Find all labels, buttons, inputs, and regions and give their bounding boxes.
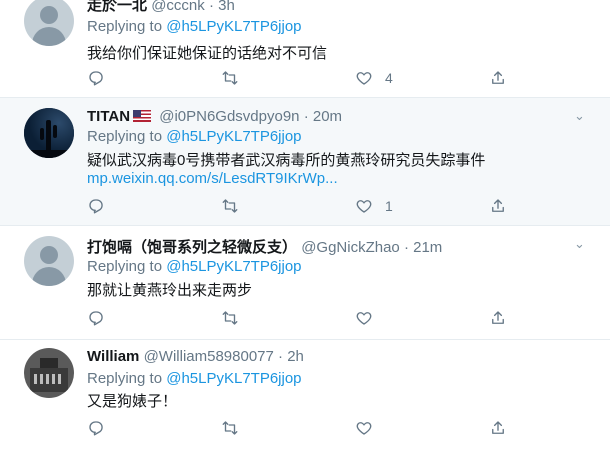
display-name[interactable]: 走於一北 <box>87 0 147 14</box>
like-button[interactable]: 4 <box>355 68 393 88</box>
share-icon <box>492 71 504 84</box>
tweet-2[interactable]: 打饱嗝（饱哥系列之轻微反支） @GgNickZhao · 21m Replyin… <box>0 226 610 340</box>
share-icon <box>492 199 504 212</box>
display-name[interactable]: William <box>87 348 139 365</box>
share-button[interactable] <box>489 68 507 88</box>
mention-link[interactable]: @h5LPyKL7TP6jjop <box>166 18 301 35</box>
avatar[interactable] <box>24 0 74 46</box>
retweet-icon <box>222 421 238 435</box>
reply-button[interactable] <box>87 196 105 216</box>
like-icon <box>356 312 372 325</box>
like-count: 4 <box>385 70 393 86</box>
like-count: 1 <box>385 198 393 214</box>
like-button[interactable] <box>355 308 373 328</box>
tweet-actions <box>87 308 517 328</box>
tweet-header: William @William58980077 · 2h <box>87 348 304 365</box>
separator-dot: · <box>403 239 409 256</box>
tweet-header: 走於一北 @cccnk · 3h <box>87 0 235 15</box>
share-button[interactable] <box>489 418 507 438</box>
like-icon <box>356 200 372 213</box>
tweet-3[interactable]: William @William58980077 · 2h Replying t… <box>0 340 610 452</box>
reply-button[interactable] <box>87 308 105 328</box>
avatar[interactable] <box>24 348 74 398</box>
share-icon <box>492 311 504 324</box>
replying-to: Replying to @h5LPyKL7TP6jjop <box>87 370 302 387</box>
retweet-icon <box>222 71 238 85</box>
tweet-header: TITAN @i0PN6Gdsvdpyo9n · 20m <box>87 108 342 125</box>
replying-to: Replying to @h5LPyKL7TP6jjop <box>87 18 302 35</box>
timestamp[interactable]: 20m <box>313 108 342 125</box>
retweet-button[interactable] <box>221 418 239 438</box>
display-name[interactable]: TITAN <box>87 108 130 125</box>
user-handle[interactable]: @William58980077 <box>144 348 274 365</box>
reply-icon <box>89 311 103 326</box>
tweet-actions: 4 <box>87 68 517 88</box>
tweet-text: 又是狗婊子！ <box>87 393 178 410</box>
tweet-text: 那就让黄燕玲出来走两步 <box>87 282 253 299</box>
user-handle[interactable]: @cccnk <box>151 0 205 14</box>
timestamp[interactable]: 3h <box>218 0 235 14</box>
separator-dot: · <box>278 348 284 365</box>
user-handle[interactable]: @i0PN6Gdsvdpyo9n <box>159 108 299 125</box>
reply-button[interactable] <box>87 418 105 438</box>
tweet-text: 疑似武汉病毒0号携带者武汉病毒所的黄燕玲研究员失踪事件 <box>87 152 486 169</box>
share-button[interactable] <box>489 308 507 328</box>
replying-prefix: Replying to <box>87 18 163 35</box>
separator-dot: · <box>303 108 309 125</box>
tweet-0[interactable]: 走於一北 @cccnk · 3h Replying to @h5LPyKL7TP… <box>0 0 610 98</box>
like-button[interactable]: 1 <box>355 196 393 216</box>
tweet-actions: 1 <box>87 196 517 216</box>
reply-icon <box>89 421 103 436</box>
tweet-text: 我给你们保证她保证的话绝对不可信 <box>87 45 328 62</box>
replying-prefix: Replying to <box>87 258 163 275</box>
retweet-icon <box>222 311 238 325</box>
user-handle[interactable]: @GgNickZhao <box>301 239 400 256</box>
tweet-url-link[interactable]: mp.weixin.qq.com/s/LesdRT9IKrWp... <box>87 170 338 187</box>
share-button[interactable] <box>489 196 507 216</box>
replying-prefix: Replying to <box>87 370 163 387</box>
tweet-1[interactable]: TITAN @i0PN6Gdsvdpyo9n · 20m Replying to… <box>0 98 610 226</box>
replying-to: Replying to @h5LPyKL7TP6jjop <box>87 258 302 275</box>
mention-link[interactable]: @h5LPyKL7TP6jjop <box>166 128 301 145</box>
reply-icon <box>89 71 103 86</box>
avatar[interactable] <box>24 108 74 158</box>
display-name[interactable]: 打饱嗝（饱哥系列之轻微反支） <box>87 239 297 256</box>
like-icon <box>356 422 372 435</box>
retweet-button[interactable] <box>221 196 239 216</box>
timestamp[interactable]: 21m <box>413 239 442 256</box>
reply-icon <box>89 199 103 214</box>
like-icon <box>356 72 372 85</box>
avatar[interactable] <box>24 236 74 286</box>
retweet-button[interactable] <box>221 68 239 88</box>
caret-down-icon[interactable]: ⌄ <box>574 236 588 251</box>
replying-to: Replying to @h5LPyKL7TP6jjop <box>87 128 302 145</box>
caret-down-icon[interactable]: ⌄ <box>574 108 588 123</box>
replying-prefix: Replying to <box>87 128 163 145</box>
reply-button[interactable] <box>87 68 105 88</box>
retweet-icon <box>222 199 238 213</box>
flag-us-icon <box>133 110 152 123</box>
tweet-header: 打饱嗝（饱哥系列之轻微反支） @GgNickZhao · 21m <box>87 236 442 257</box>
like-button[interactable] <box>355 418 373 438</box>
timestamp[interactable]: 2h <box>287 348 304 365</box>
separator-dot: · <box>208 0 214 14</box>
tweet-actions <box>87 418 517 438</box>
share-icon <box>492 421 504 434</box>
mention-link[interactable]: @h5LPyKL7TP6jjop <box>166 258 301 275</box>
retweet-button[interactable] <box>221 308 239 328</box>
mention-link[interactable]: @h5LPyKL7TP6jjop <box>166 370 301 387</box>
